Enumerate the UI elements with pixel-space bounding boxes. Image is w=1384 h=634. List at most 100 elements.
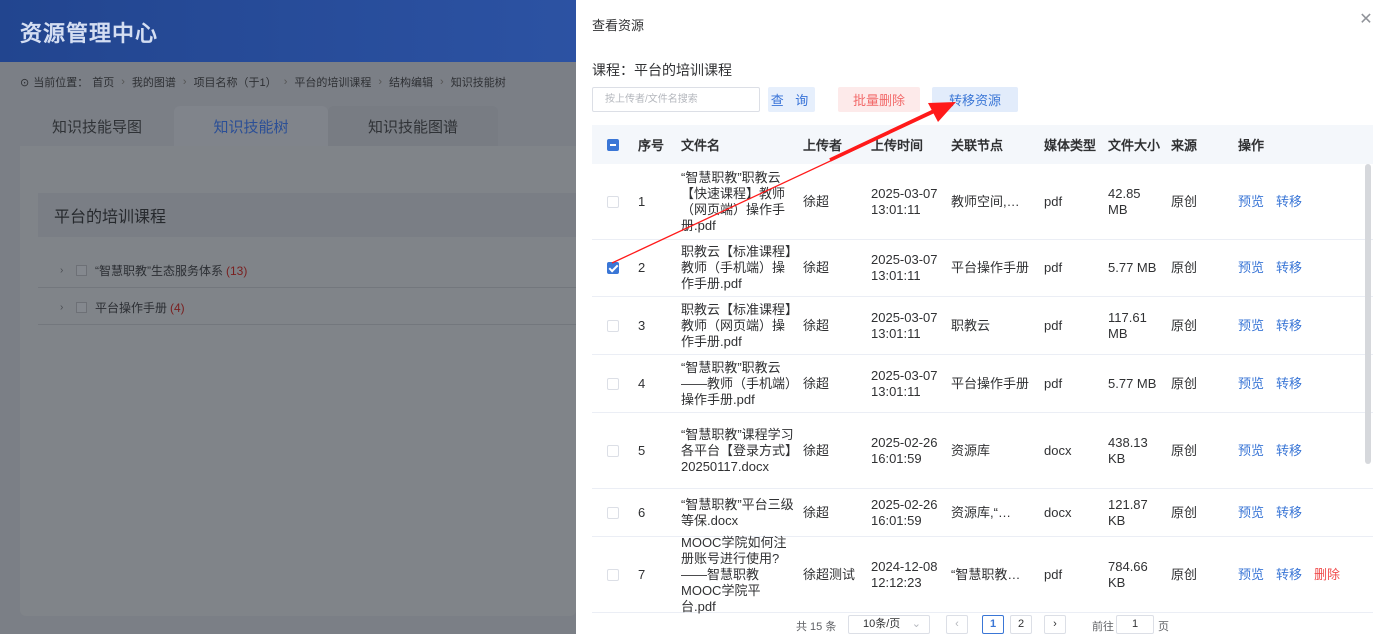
- row-checkbox[interactable]: [607, 568, 619, 581]
- media-type: docx: [1044, 442, 1072, 458]
- preview-link[interactable]: 预览: [1238, 318, 1264, 333]
- row-checkbox[interactable]: [607, 444, 619, 457]
- tree-node-label: 平台操作手册: [95, 301, 168, 315]
- source: 原创: [1171, 504, 1198, 520]
- table-header: 序号 文件名 上传者 上传时间 关联节点 媒体类型 文件大小 来源 操作: [592, 125, 1373, 164]
- breadcrumb-item[interactable]: 首页: [92, 74, 114, 90]
- file-name: “智慧职教”课程学习各平台【登录方式】20250117.docx: [681, 426, 794, 474]
- file-name: “智慧职教”职教云——教师（手机端）操作手册.pdf: [681, 359, 792, 407]
- chevron-right-icon: ›: [440, 76, 444, 88]
- breadcrumb-item[interactable]: 项目名称（于1）: [194, 74, 277, 90]
- move-link[interactable]: 转移: [1276, 567, 1302, 582]
- table-row[interactable]: 3 职教云【标准课程】教师（网页端）操作手册.pdf 徐超 2025-03-07 13…: [592, 297, 1373, 355]
- source: 原创: [1171, 317, 1198, 333]
- column-header: 序号: [638, 138, 665, 153]
- breadcrumb-item[interactable]: 结构编辑: [389, 74, 433, 90]
- related-node: 职教云: [951, 317, 991, 333]
- breadcrumb-item[interactable]: 平台的培训课程: [294, 74, 371, 90]
- media-type: pdf: [1044, 317, 1063, 333]
- preview-link[interactable]: 预览: [1238, 194, 1264, 209]
- breadcrumb-prefix: 当前位置：: [33, 77, 89, 89]
- tab-knowledge-tree[interactable]: 知识技能树: [174, 106, 328, 146]
- file-size: 42.85 MB: [1108, 185, 1141, 217]
- page-number[interactable]: 1: [982, 615, 1004, 634]
- table-row[interactable]: 5 “智慧职教”课程学习各平台【登录方式】20250117.docx 徐超 2025-…: [592, 413, 1373, 489]
- row-actions: 预览 转移: [1234, 376, 1373, 392]
- preview-link[interactable]: 预览: [1238, 567, 1264, 582]
- page-size-select[interactable]: 10条/页 ⌄: [848, 615, 930, 634]
- related-node: 资源库: [951, 442, 991, 458]
- file-size: 5.77 MB: [1108, 260, 1157, 275]
- column-header: 媒体类型: [1044, 138, 1097, 153]
- preview-link[interactable]: 预览: [1238, 505, 1264, 520]
- location-icon: ⊙: [20, 76, 30, 89]
- row-checkbox[interactable]: [607, 506, 619, 519]
- tree-checkbox[interactable]: [76, 302, 87, 313]
- column-header: 来源: [1171, 138, 1198, 153]
- move-link[interactable]: 转移: [1276, 260, 1302, 275]
- table-scrollbar[interactable]: [1365, 164, 1371, 464]
- table-row[interactable]: 1 “智慧职教”职教云【快速课程】教师（网页端）操作手册.pdf 徐超 2025-03…: [592, 164, 1373, 240]
- row-checkbox[interactable]: [607, 377, 619, 390]
- file-size: 438.13 KB: [1108, 434, 1148, 466]
- total-count: 共 15 条: [796, 621, 837, 633]
- drawer-title: 查看资源: [592, 18, 645, 33]
- select-all-checkbox[interactable]: [607, 138, 619, 151]
- page-unit-label: 页: [1158, 621, 1169, 633]
- chevron-right-icon[interactable]: ›: [60, 265, 70, 276]
- tab-knowledge-map[interactable]: 知识技能导图: [20, 106, 174, 146]
- column-header: 上传时间: [871, 138, 924, 153]
- column-header: 操作: [1238, 138, 1265, 153]
- tree-checkbox[interactable]: [76, 265, 87, 276]
- move-link[interactable]: 转移: [1276, 376, 1302, 391]
- row-checkbox[interactable]: [607, 262, 619, 274]
- table-row[interactable]: 6 “智慧职教”平台三级等保.docx 徐超 2025-02-26 16:01:59 资…: [592, 489, 1373, 537]
- next-page-button[interactable]: ›: [1044, 615, 1066, 634]
- course-label: 课程：平台的培训课程: [592, 62, 732, 78]
- table-row[interactable]: 2 职教云【标准课程】教师（手机端）操作手册.pdf 徐超 2025-03-07 13…: [592, 240, 1373, 297]
- media-type: pdf: [1044, 260, 1063, 275]
- move-link[interactable]: 转移: [1276, 443, 1302, 458]
- tab-knowledge-graph[interactable]: 知识技能图谱: [328, 106, 498, 146]
- file-name: “智慧职教”平台三级等保.docx: [681, 496, 794, 528]
- page-number[interactable]: 2: [1010, 615, 1032, 634]
- related-node: 平台操作手册: [951, 260, 1030, 275]
- uploader: 徐超: [803, 193, 830, 209]
- move-link[interactable]: 转移: [1276, 505, 1302, 520]
- move-link[interactable]: 转移: [1276, 318, 1302, 333]
- table-body: 1 “智慧职教”职教云【快速课程】教师（网页端）操作手册.pdf 徐超 2025-03…: [592, 164, 1373, 614]
- file-size: 117.61 MB: [1108, 309, 1147, 341]
- preview-link[interactable]: 预览: [1238, 443, 1264, 458]
- row-checkbox[interactable]: [607, 195, 619, 208]
- tree-node[interactable]: › 平台操作手册 (4): [38, 291, 576, 325]
- uploader: 徐超: [803, 317, 830, 333]
- move-resource-button[interactable]: 转移资源: [932, 87, 1018, 112]
- uploader: 徐超: [803, 504, 830, 520]
- source: 原创: [1171, 193, 1198, 209]
- goto-label: 前往: [1092, 621, 1114, 633]
- goto-page-input[interactable]: 1: [1116, 615, 1154, 634]
- table-row[interactable]: 4 “智慧职教”职教云——教师（手机端）操作手册.pdf 徐超 2025-03-07 …: [592, 355, 1373, 413]
- chevron-right-icon: ›: [182, 76, 187, 88]
- related-node: 平台操作手册: [951, 375, 1030, 391]
- batch-delete-button[interactable]: 批量删除: [838, 87, 920, 112]
- table-row[interactable]: 7 MOOC学院如何注册账号进行使用?——智慧职教MOOC学院平台.pdf 徐超测试…: [592, 535, 1373, 614]
- chevron-right-icon[interactable]: ›: [60, 302, 70, 313]
- row-checkbox[interactable]: [607, 319, 619, 332]
- move-link[interactable]: 转移: [1276, 194, 1302, 209]
- delete-link[interactable]: 删除: [1314, 567, 1340, 582]
- query-button[interactable]: 查 询: [768, 87, 815, 112]
- close-icon[interactable]: ✕: [1356, 10, 1376, 30]
- prev-page-button[interactable]: ‹: [946, 615, 968, 634]
- search-input[interactable]: [592, 87, 760, 112]
- preview-link[interactable]: 预览: [1238, 260, 1264, 275]
- row-number: 5: [638, 442, 646, 458]
- tree-node-count: (13): [226, 263, 248, 278]
- upload-time: 2025-03-07 13:01:11: [871, 367, 938, 399]
- page-size-value: 10条/页: [863, 618, 901, 630]
- tree-node[interactable]: › “智慧职教”生态服务体系 (13): [38, 254, 576, 288]
- upload-time: 2025-03-07 13:01:11: [871, 252, 938, 283]
- source: 原创: [1171, 442, 1198, 458]
- preview-link[interactable]: 预览: [1238, 376, 1264, 391]
- breadcrumb-item[interactable]: 我的图谱: [132, 74, 176, 90]
